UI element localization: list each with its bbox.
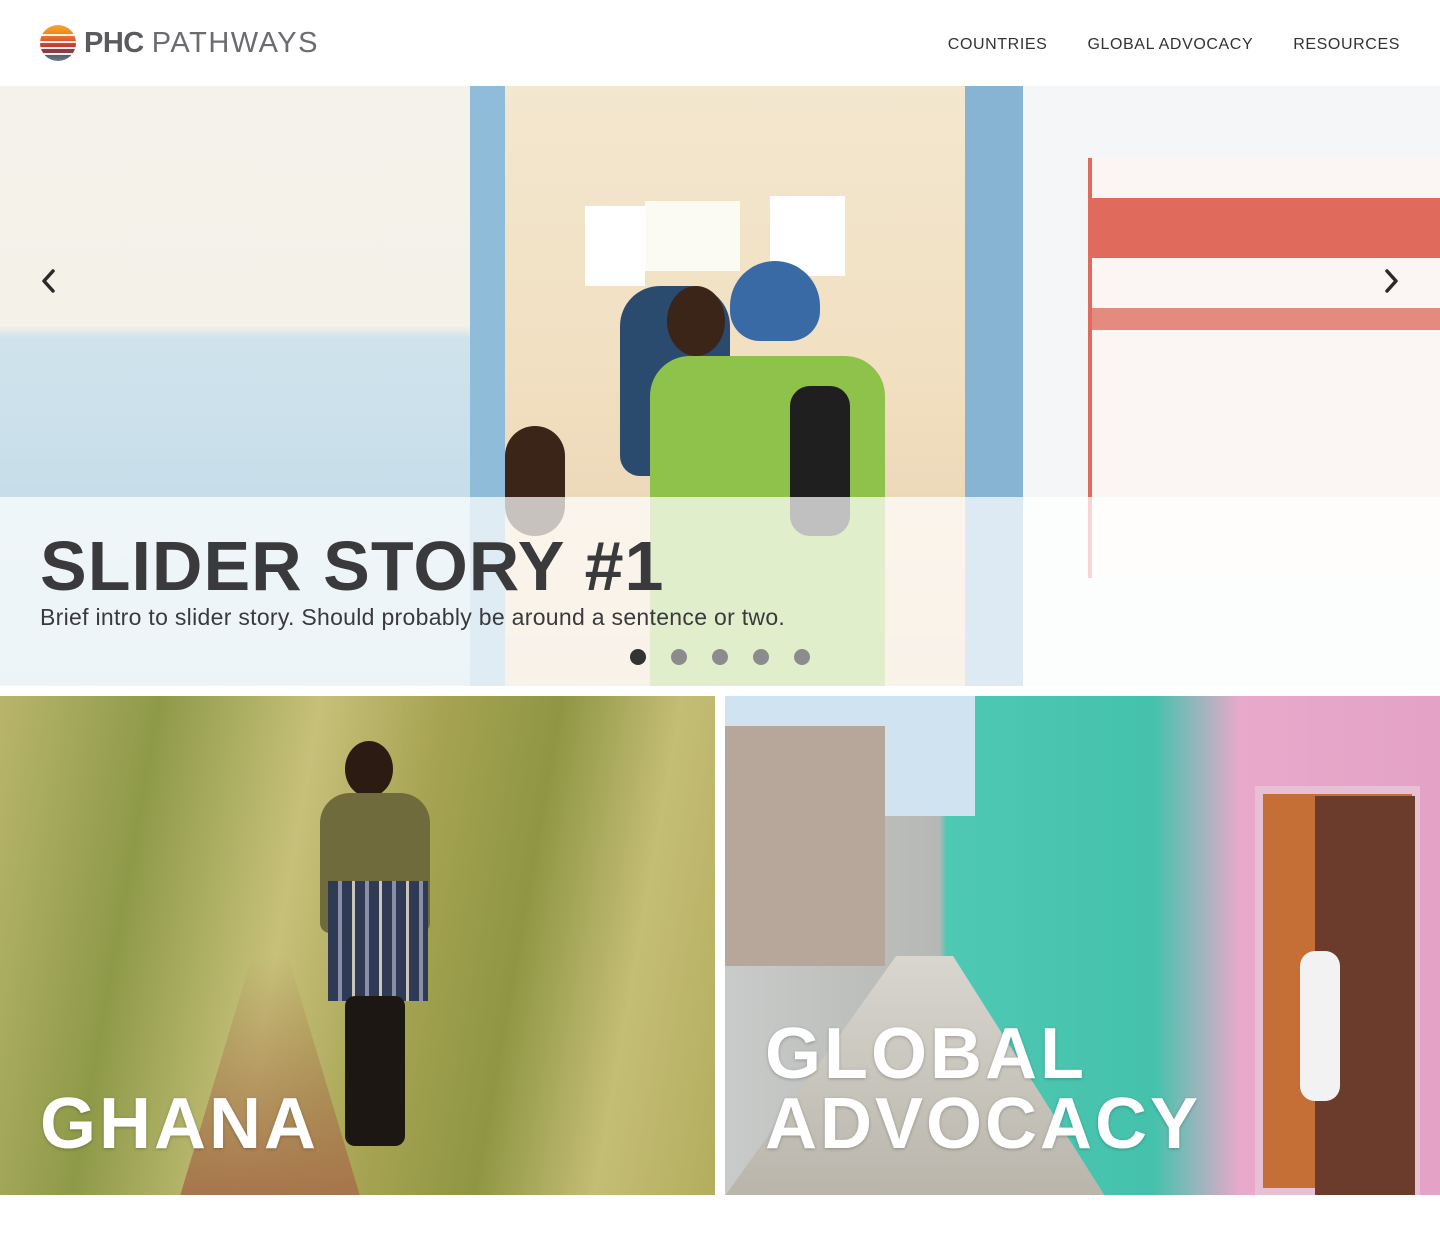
slider-next-button[interactable] (1377, 266, 1407, 296)
tile-photo-child (1300, 951, 1340, 1101)
slide-title[interactable]: SLIDER STORY #1 (40, 526, 664, 606)
main-nav: COUNTRIES GLOBAL ADVOCACY RESOURCES (948, 36, 1400, 54)
nav-global-advocacy[interactable]: GLOBAL ADVOCACY (1087, 36, 1253, 54)
nav-countries[interactable]: COUNTRIES (948, 36, 1048, 54)
slider-dot-2[interactable] (671, 649, 687, 665)
site-logo[interactable]: PHC PATHWAYS (40, 24, 319, 62)
slider-dot-5[interactable] (794, 649, 810, 665)
slider-pagination (630, 649, 810, 665)
slider-dot-1[interactable] (630, 649, 646, 665)
logo-text-bold: PHC (84, 26, 144, 59)
nav-resources[interactable]: RESOURCES (1293, 36, 1400, 54)
logo-text-light: PATHWAYS (151, 26, 319, 59)
tile-label-line-2: ADVOCACY (765, 1084, 1202, 1164)
slider-dot-3[interactable] (712, 649, 728, 665)
logo-sunset-icon (40, 25, 76, 61)
tile-global-advocacy-label: GLOBAL ADVOCACY (765, 1018, 1201, 1160)
tile-ghana[interactable]: GHANA (0, 696, 715, 1195)
tile-photo-building (725, 726, 885, 966)
slider-dot-4[interactable] (753, 649, 769, 665)
slide-intro: Brief intro to slider story. Should prob… (40, 604, 786, 630)
tile-ghana-label: GHANA (40, 1084, 319, 1164)
chevron-right-icon (1385, 269, 1398, 293)
tile-label-line-1: GLOBAL (765, 1014, 1087, 1094)
hero-slider: SLIDER STORY #1 Brief intro to slider st… (0, 86, 1440, 686)
chevron-left-icon (42, 269, 55, 293)
tile-global-advocacy[interactable]: GLOBAL ADVOCACY (725, 696, 1440, 1195)
site-header: PHC PATHWAYS COUNTRIES GLOBAL ADVOCACY R… (0, 0, 1440, 86)
slider-prev-button[interactable] (33, 266, 63, 296)
tile-photo-walker (300, 741, 450, 1146)
